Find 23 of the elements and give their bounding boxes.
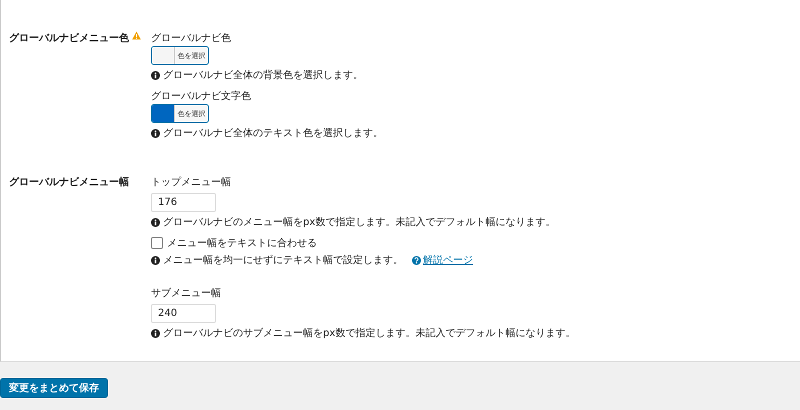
- info-icon: [151, 256, 160, 264]
- save-button[interactable]: 変更をまとめて保存: [0, 378, 108, 398]
- help-text: グローバルナビ全体のテキスト色を選択します。: [163, 127, 383, 140]
- checkbox[interactable]: [151, 237, 163, 249]
- help-text: グローバルナビのサブメニュー幅をpx数で指定します。未記入でデフォルト幅になります。: [163, 326, 576, 340]
- info-icon: [151, 70, 160, 80]
- field-label: サブメニュー幅: [151, 286, 222, 300]
- help-text: グローバルナビ全体の背景色を選択します。: [163, 68, 363, 82]
- info-icon: [151, 128, 160, 138]
- help-link[interactable]: 解説ページ: [412, 253, 473, 267]
- field-label: グローバルナビ色: [151, 32, 232, 45]
- help-text: メニュー幅を均一にせずにテキスト幅で設定します。: [163, 254, 403, 267]
- field-label: グローバルナビ文字色: [151, 90, 252, 103]
- help-icon: [412, 256, 421, 264]
- checkbox-label: メニュー幅をテキストに合わせる: [167, 237, 317, 250]
- number-field[interactable]: 176: [151, 193, 216, 212]
- info-icon: [151, 328, 160, 338]
- section-label: グローバルナビメニュー幅: [9, 176, 129, 189]
- section-label: グローバルナビメニュー色: [9, 32, 129, 45]
- field-label: トップメニュー幅: [151, 176, 232, 189]
- help-text: グローバルナビのメニュー幅をpx数で指定します。未記入でデフォルト幅になります。: [163, 216, 556, 229]
- info-icon: [151, 218, 160, 226]
- number-field[interactable]: 240: [151, 304, 216, 323]
